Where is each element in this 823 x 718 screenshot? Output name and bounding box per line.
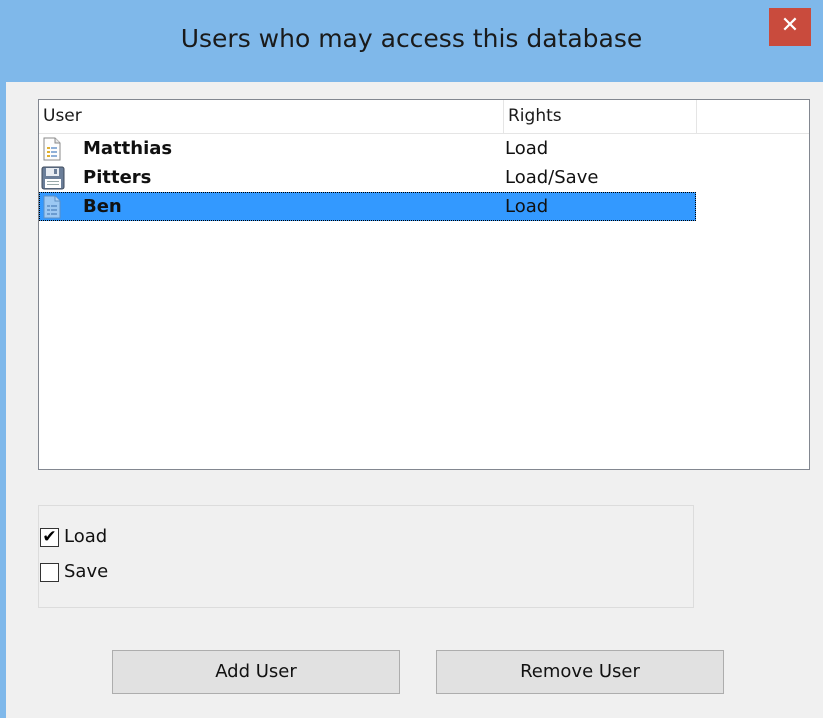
list-item-matthias[interactable]: Matthias Load (39, 134, 696, 163)
document-icon (41, 137, 63, 161)
title-bar[interactable]: Users who may access this database ✕ (0, 0, 823, 82)
load-checkbox[interactable]: ✔ (40, 528, 59, 547)
user-rights: Load (505, 196, 549, 217)
column-header-filler (697, 100, 809, 133)
column-header-rights[interactable]: Rights (504, 100, 697, 133)
load-checkbox-label[interactable]: Load (64, 526, 107, 548)
floppy-disk-icon (41, 166, 65, 190)
close-button[interactable]: ✕ (769, 8, 811, 46)
save-checkbox[interactable] (40, 563, 59, 582)
user-name: Matthias (83, 138, 173, 159)
dialog-window: Users who may access this database ✕ Use… (0, 0, 823, 718)
list-item-ben[interactable]: Ben Load (39, 192, 696, 221)
user-rights: Load (505, 138, 549, 159)
users-list[interactable]: User Rights Matthias Load Pitters Load/S… (38, 99, 810, 470)
close-icon: ✕ (780, 13, 800, 38)
list-item-pitters[interactable]: Pitters Load/Save (39, 163, 696, 192)
dialog-body: User Rights Matthias Load Pitters Load/S… (6, 82, 823, 718)
dialog-title: Users who may access this database (180, 24, 643, 53)
remove-user-button[interactable]: Remove User (436, 650, 724, 694)
user-name: Ben (83, 196, 122, 217)
document-icon (41, 195, 63, 219)
save-checkbox-label[interactable]: Save (64, 561, 108, 583)
user-name: Pitters (83, 167, 152, 188)
add-user-button[interactable]: Add User (112, 650, 400, 694)
rights-group (38, 505, 694, 608)
column-header-user[interactable]: User (39, 100, 504, 133)
list-header: User Rights (39, 100, 809, 134)
user-rights: Load/Save (505, 167, 599, 188)
